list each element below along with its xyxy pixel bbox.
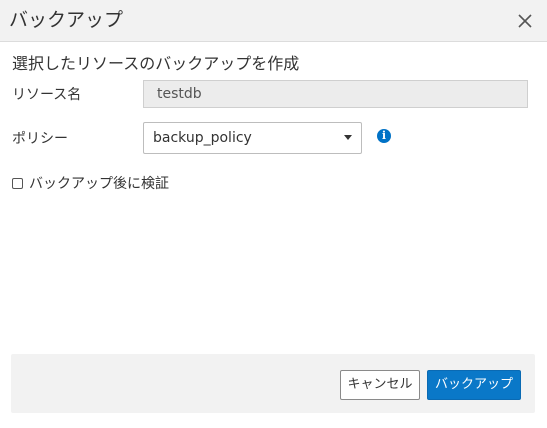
backup-dialog: バックアップ 選択したリソースのバックアップを作成 リソース名 testdb ポ… xyxy=(0,0,547,428)
cancel-button[interactable]: キャンセル xyxy=(340,370,420,400)
dialog-footer: キャンセル バックアップ xyxy=(11,354,535,413)
policy-label: ポリシー xyxy=(12,131,68,147)
info-icon[interactable]: i xyxy=(377,129,391,143)
backup-button[interactable]: バックアップ xyxy=(427,370,521,400)
resource-name-field: testdb xyxy=(143,80,528,108)
form-heading: 選択したリソースのバックアップを作成 xyxy=(12,54,300,73)
resource-name-label: リソース名 xyxy=(12,87,82,103)
chevron-down-icon xyxy=(344,135,352,140)
dialog-title: バックアップ xyxy=(9,9,124,31)
policy-selected-value: backup_policy xyxy=(153,130,252,146)
policy-select[interactable]: backup_policy xyxy=(143,122,362,154)
close-icon[interactable] xyxy=(516,12,534,30)
verify-after-backup-checkbox[interactable] xyxy=(12,178,23,189)
dialog-titlebar: バックアップ xyxy=(0,0,547,42)
verify-after-backup-label: バックアップ後に検証 xyxy=(29,176,169,192)
